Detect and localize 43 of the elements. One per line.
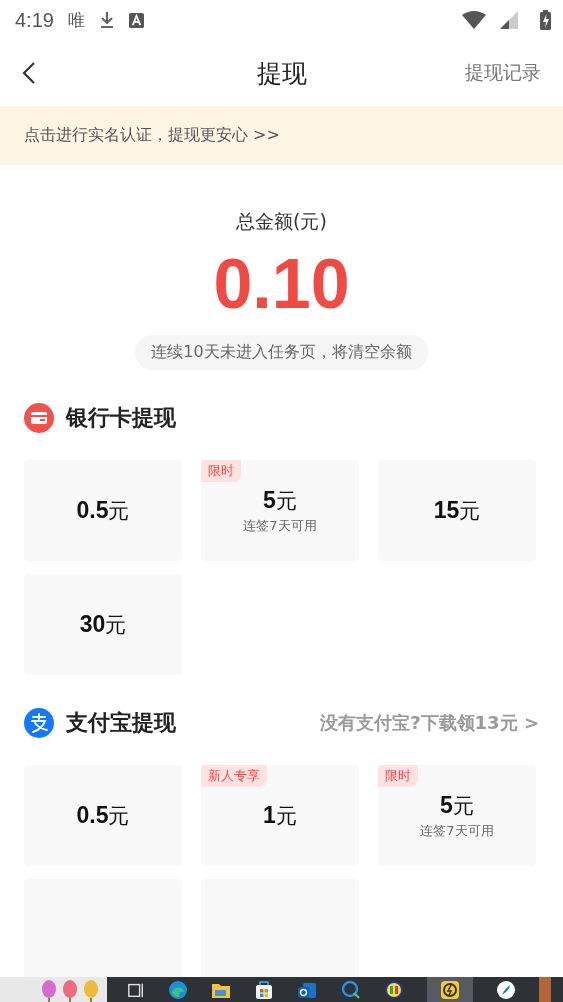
feather-app-icon[interactable]: [496, 979, 517, 1000]
store-icon[interactable]: [254, 979, 275, 1000]
status-time: 4:19: [15, 8, 54, 32]
promo-tag: 新人专享: [201, 765, 267, 787]
amount-value: 5元: [440, 791, 474, 820]
amount-value: 0.5元: [76, 496, 130, 525]
balance-notice: 连续10天未进入任务页，将清空余额: [135, 335, 428, 370]
bank-card-icon: [24, 403, 54, 433]
wifi-icon: [462, 11, 486, 29]
lightning-app-icon[interactable]: [439, 979, 460, 1000]
promo-tag: 限时: [378, 765, 418, 787]
amount-note: 连签7天可用: [243, 516, 317, 535]
signal-icon: [500, 11, 518, 29]
amount-option[interactable]: 限时 5元 连签7天可用: [201, 460, 359, 561]
app-icon[interactable]: [383, 979, 404, 1000]
amount-value: 1元: [263, 801, 297, 830]
verification-banner[interactable]: 点击进行实名认证，提现更安心 >>: [0, 106, 563, 165]
promo-tag: 限时: [201, 460, 241, 482]
search-app-icon[interactable]: [340, 979, 361, 1000]
amount-option[interactable]: 0.5元: [24, 460, 182, 561]
battery-icon: [540, 10, 551, 30]
balance-amount: 0.10: [213, 249, 350, 319]
download-icon: [98, 11, 115, 29]
amount-value: 5元: [263, 486, 297, 515]
amount-note: 连签7天可用: [420, 821, 494, 840]
alipay-icon: [24, 708, 54, 738]
app-notification-icon: [128, 12, 144, 28]
balance-label: 总金额(元): [236, 209, 327, 234]
amount-option[interactable]: 限时 5元 连签7天可用: [378, 765, 536, 866]
amount-value: 15元: [433, 496, 481, 525]
page-title: 提现: [256, 57, 307, 90]
notification-text: 唯: [67, 8, 85, 32]
amount-value: 30元: [79, 610, 127, 639]
amount-option[interactable]: 新人专享 1元: [201, 765, 359, 866]
browser-icon[interactable]: [167, 979, 188, 1000]
back-icon[interactable]: [22, 61, 36, 85]
section-title: 支付宝提现: [66, 709, 176, 737]
section-title: 银行卡提现: [66, 404, 176, 432]
withdraw-history-link[interactable]: 提现记录: [465, 60, 541, 86]
amount-option[interactable]: 30元: [24, 574, 182, 675]
amount-value: 0.5元: [76, 801, 130, 830]
amount-option[interactable]: 15元: [378, 460, 536, 561]
amount-option[interactable]: 0.5元: [24, 765, 182, 866]
